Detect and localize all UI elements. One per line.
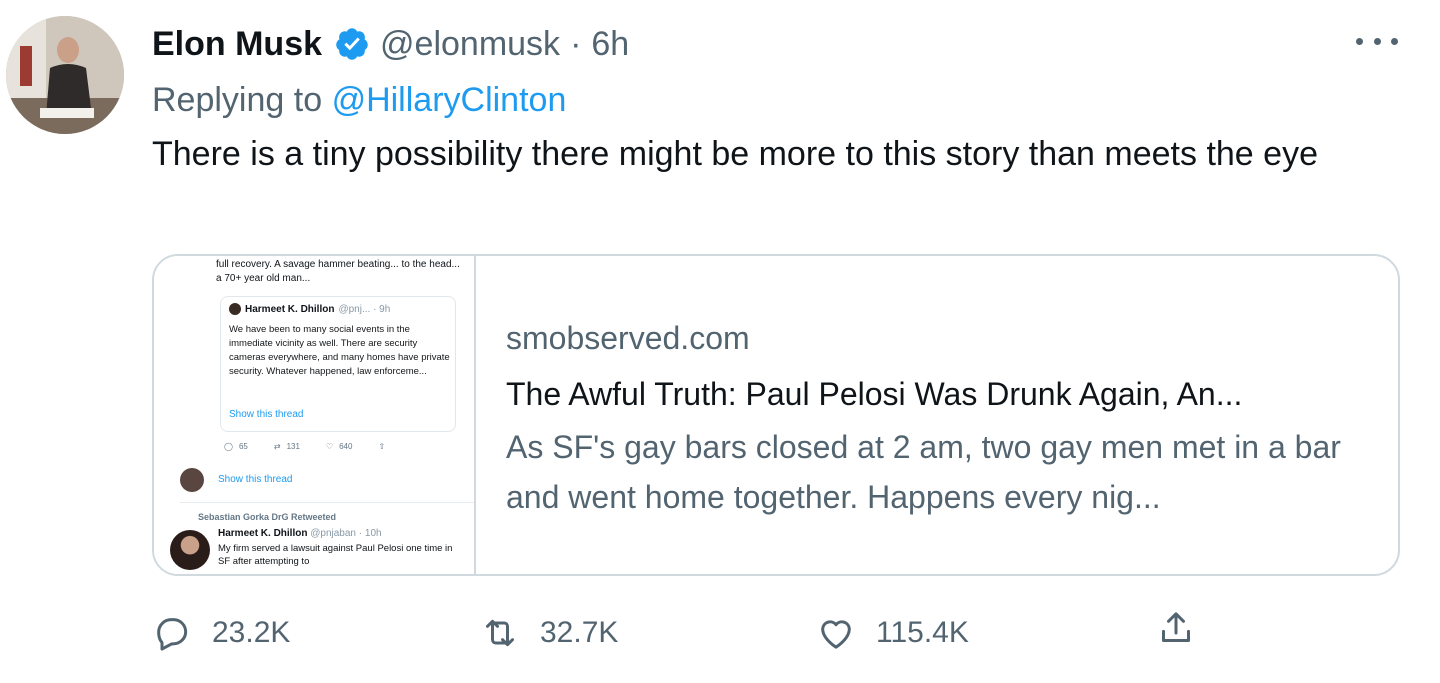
like-icon xyxy=(821,620,851,649)
share-button[interactable] xyxy=(1156,608,1196,648)
thumb-quote-link: Show this thread xyxy=(229,409,304,420)
link-card[interactable]: full recovery. A savage hammer beating..… xyxy=(152,254,1400,576)
thumb-thread-avatar xyxy=(180,468,204,492)
retweet-button[interactable]: 32.7K xyxy=(480,608,618,658)
reply-icon xyxy=(157,618,188,651)
thumb-thread-link: Show this thread xyxy=(218,474,293,485)
card-description: As SF's gay bars closed at 2 am, two gay… xyxy=(506,429,1341,515)
thumb-retweet: ⇄ 131 xyxy=(273,442,300,451)
separator-dot: · xyxy=(570,25,582,63)
verified-badge-icon xyxy=(336,28,368,60)
replying-to-link[interactable]: @HillaryClinton xyxy=(332,81,567,119)
display-name[interactable]: Elon Musk xyxy=(152,22,322,66)
thumb-second-avatar xyxy=(170,530,210,570)
more-dot xyxy=(1391,37,1398,45)
thumb-top-text: full recovery. A savage hammer beating..… xyxy=(216,259,460,284)
thumb-second-meta: @pnjaban · 10h xyxy=(310,528,382,539)
tweet: Elon Musk @elonmusk · 6h Replying to @Hi… xyxy=(0,0,1440,683)
thumb-quote-text: We have been to many social events in th… xyxy=(229,324,450,377)
tweet-header: Elon Musk @elonmusk · 6h xyxy=(152,22,629,66)
reply-button[interactable]: 23.2K xyxy=(152,608,290,658)
like-button[interactable]: 115.4K xyxy=(816,608,969,658)
thumb-quote-meta: @pnj... · 9h xyxy=(338,303,391,315)
card-body: smobserved.com The Awful Truth: Paul Pel… xyxy=(476,256,1398,574)
replying-to-label: Replying to xyxy=(152,81,323,119)
retweet-icon xyxy=(486,619,514,647)
thumb-second-name: Harmeet K. Dhillon xyxy=(218,528,308,539)
thumb-quote-tweet: Harmeet K. Dhillon @pnj... · 9h We have … xyxy=(220,296,456,432)
tweet-text: There is a tiny possibility there might … xyxy=(152,135,1318,173)
thumb-retweeted-by: Sebastian Gorka DrG Retweeted xyxy=(198,512,337,522)
more-icon[interactable] xyxy=(1356,26,1398,56)
thumb-actions: ◯ 65 ⇄ 131 ♡ 640 ⇧ xyxy=(224,442,385,451)
more-dot xyxy=(1356,37,1363,45)
thumb-like: ♡ 640 xyxy=(325,442,353,451)
thumb-quote-header: Harmeet K. Dhillon @pnj... · 9h xyxy=(229,303,390,315)
tweet-timestamp[interactable]: 6h xyxy=(591,22,629,66)
thumb-second-text: My firm served a lawsuit against Paul Pe… xyxy=(218,543,453,567)
like-count: 115.4K xyxy=(876,616,969,649)
author-handle[interactable]: @elonmusk xyxy=(380,22,560,66)
thumb-share: ⇧ xyxy=(378,442,386,451)
retweet-count: 32.7K xyxy=(540,616,619,649)
thumb-reply: ◯ 65 xyxy=(224,442,248,451)
thumb-quote-name: Harmeet K. Dhillon xyxy=(245,303,335,315)
more-dot xyxy=(1373,37,1381,45)
thumb-quote-avatar xyxy=(229,303,241,315)
card-thumbnail: full recovery. A savage hammer beating..… xyxy=(154,256,476,574)
thumb-second-header: Harmeet K. Dhillon @pnjaban · 10h xyxy=(218,528,382,539)
share-icon xyxy=(1162,612,1190,642)
author-avatar[interactable] xyxy=(6,16,124,134)
card-title: The Awful Truth: Paul Pelosi Was Drunk A… xyxy=(506,376,1243,412)
thumb-divider xyxy=(180,502,474,503)
card-domain: smobserved.com xyxy=(506,320,750,356)
reply-count: 23.2K xyxy=(212,616,291,649)
replying-to: Replying to @HillaryClinton xyxy=(152,78,566,122)
tweet-actions: 23.2K 32.7K 115.4K xyxy=(152,608,1212,658)
